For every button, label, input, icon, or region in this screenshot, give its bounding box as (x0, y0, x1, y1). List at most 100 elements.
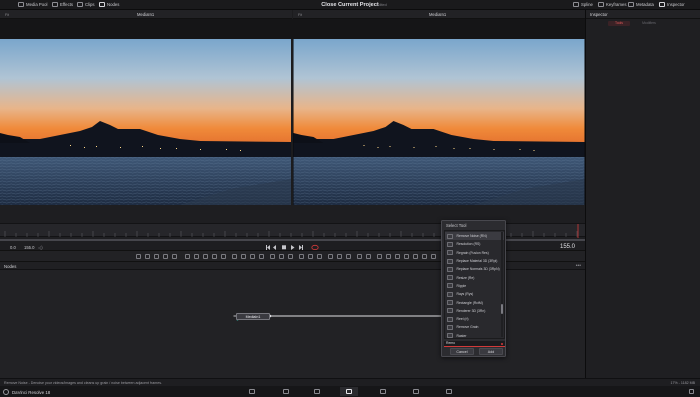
tool-item-label: Replace Normals 3D (3RpN) (456, 267, 500, 272)
tool-search-input[interactable]: Remo (444, 341, 505, 347)
glow-tool-icon[interactable] (279, 254, 284, 259)
page-tab-fairlight[interactable] (407, 387, 425, 396)
media-in-node[interactable]: MediaIn1 (236, 312, 270, 320)
fbx-mesh-icon[interactable] (431, 254, 436, 259)
imageplane3d-icon[interactable] (395, 254, 400, 259)
tool-list-scroll-thumb[interactable] (501, 304, 503, 314)
inspector-panel: Inspector Tools Modifiers (585, 10, 700, 378)
bspline-mask-icon[interactable] (221, 254, 226, 259)
fairlight-page-icon (413, 389, 419, 394)
hue-curves-icon[interactable] (250, 254, 255, 259)
renderer-3d-icon (446, 308, 453, 314)
tool-item-raster[interactable]: Raster (445, 332, 504, 338)
tab-tools[interactable]: Tools (608, 21, 630, 26)
resize-tool-icon[interactable] (308, 254, 313, 259)
inspector-toggle-button[interactable]: Inspector (659, 2, 685, 7)
cancel-button[interactable]: Cancel (450, 348, 474, 355)
tool-item-label: Rectangle (RctM) (456, 300, 483, 305)
tab-modifiers[interactable]: Modifiers (638, 21, 660, 26)
keyframes-button[interactable]: Keyframes (598, 2, 627, 7)
remove-noise-icon (446, 233, 453, 239)
left-viewer-toolbar: Fit MediaIn1 (0, 10, 292, 19)
merge3d-icon[interactable] (377, 254, 382, 259)
tool-item-renderer-3d[interactable]: Renderer 3D (3Rn) (445, 307, 504, 315)
page-tab-color[interactable] (374, 387, 392, 396)
color-corrector-icon[interactable] (232, 254, 237, 259)
right-viewer[interactable] (293, 39, 585, 205)
page-tab-cut[interactable] (277, 387, 295, 396)
merge-tool-icon[interactable] (172, 254, 177, 259)
app-name: DaVinci Resolve 18 (12, 389, 51, 395)
tool-item-rays[interactable]: Rays (Rys) (445, 290, 504, 298)
page-bar: DaVinci Resolve 18 (0, 386, 700, 397)
tool-item-label: Reel (rl) (456, 317, 469, 322)
inspector-icon (659, 2, 665, 7)
tool-item-label: Rays (Rys) (456, 292, 474, 297)
regrain-icon (446, 250, 453, 256)
page-tab-deliver[interactable] (440, 387, 458, 396)
brightness-contrast-icon[interactable] (259, 254, 264, 259)
page-tab-fusion[interactable] (340, 387, 358, 396)
edit-page-icon (314, 389, 320, 394)
spline-label: Spline (581, 2, 593, 7)
right-viewer-zoom[interactable]: Fit (298, 13, 302, 17)
tool-item-rectangle[interactable]: Rectangle (RctM) (445, 298, 504, 306)
resize-icon (446, 275, 453, 281)
keyframes-label: Keyframes (606, 2, 627, 7)
particle-render-icon[interactable] (337, 254, 342, 259)
media-page-icon (249, 389, 255, 394)
select-tool-dialog: Select Tool Remove Noise (RN) Resolution… (441, 220, 506, 357)
tool-item-regrain[interactable]: Regrain (Fusion Res) (445, 249, 504, 257)
tool-item-remove-noise[interactable]: Remove Noise (RN) (444, 232, 504, 241)
page-tab-edit[interactable] (308, 387, 326, 396)
left-viewer-zoom[interactable]: Fit (5, 13, 9, 17)
tool-list-scrollbar[interactable] (501, 232, 503, 337)
ellipse-mask-icon[interactable] (203, 254, 208, 259)
add-button[interactable]: Add (479, 348, 503, 355)
renderer3d-icon[interactable] (366, 254, 371, 259)
home-icon[interactable] (689, 389, 694, 394)
spotlight-icon[interactable] (422, 254, 427, 259)
light3d-icon[interactable] (404, 254, 409, 259)
particle-emitter-icon[interactable] (328, 254, 333, 259)
background-tool-icon[interactable] (136, 254, 141, 259)
tool-item-label: Resize (Re) (456, 275, 475, 280)
tool-item-resize[interactable]: Resize (Re) (445, 274, 504, 282)
spline-button[interactable]: Spline (573, 2, 593, 7)
tool-list: Remove Noise (RN) Resolution (RS) Regrai… (443, 230, 505, 339)
stop-icon[interactable] (282, 245, 286, 250)
left-viewer[interactable] (0, 39, 291, 205)
project-title: Close Current Project (321, 1, 379, 8)
search-clear-icon[interactable] (500, 342, 503, 345)
color-curves-icon[interactable] (241, 254, 246, 259)
deliver-page-icon (446, 389, 452, 394)
page-tab-media[interactable] (243, 387, 261, 396)
paint-tool-icon[interactable] (145, 254, 150, 259)
tool-item-replace-normals[interactable]: Replace Normals 3D (3RpN) (445, 265, 504, 273)
tool-item-replace-material[interactable]: Replace Material 3D (3Rpl) (445, 257, 504, 265)
transform-tool-icon[interactable] (299, 254, 304, 259)
blur-tool-icon[interactable] (270, 254, 275, 259)
raster-icon (446, 333, 453, 338)
fast-noise-tool-icon[interactable] (163, 254, 168, 259)
text-tool-icon[interactable] (154, 254, 159, 259)
camera3d-icon[interactable] (386, 254, 391, 259)
metadata-button[interactable]: Metadata (628, 2, 654, 7)
sunset-lake-image (0, 39, 291, 205)
tool-item-resolution[interactable]: Resolution (RS) (445, 240, 504, 248)
polygon-mask-icon[interactable] (212, 254, 217, 259)
shape3d-icon[interactable] (357, 254, 362, 259)
more-options-icon[interactable]: ••• (576, 263, 581, 269)
memory-usage: 17% - 1182 MB (670, 380, 695, 385)
particle-pmerge-icon[interactable] (346, 254, 351, 259)
nodes-title: Nodes (4, 263, 17, 269)
tool-item-reel[interactable]: Reel (rl) (445, 315, 504, 323)
sharpen-tool-icon[interactable] (288, 254, 293, 259)
tracker-tool-icon[interactable] (317, 254, 322, 259)
tool-item-remove-grain[interactable]: Remove Grain (445, 323, 504, 331)
fusion-page-icon (346, 389, 352, 394)
tool-item-ripple[interactable]: Ripple (445, 282, 504, 290)
rectangle-mask-icon[interactable] (194, 254, 199, 259)
background2-tool-icon[interactable] (185, 254, 190, 259)
text3d-icon[interactable] (413, 254, 418, 259)
